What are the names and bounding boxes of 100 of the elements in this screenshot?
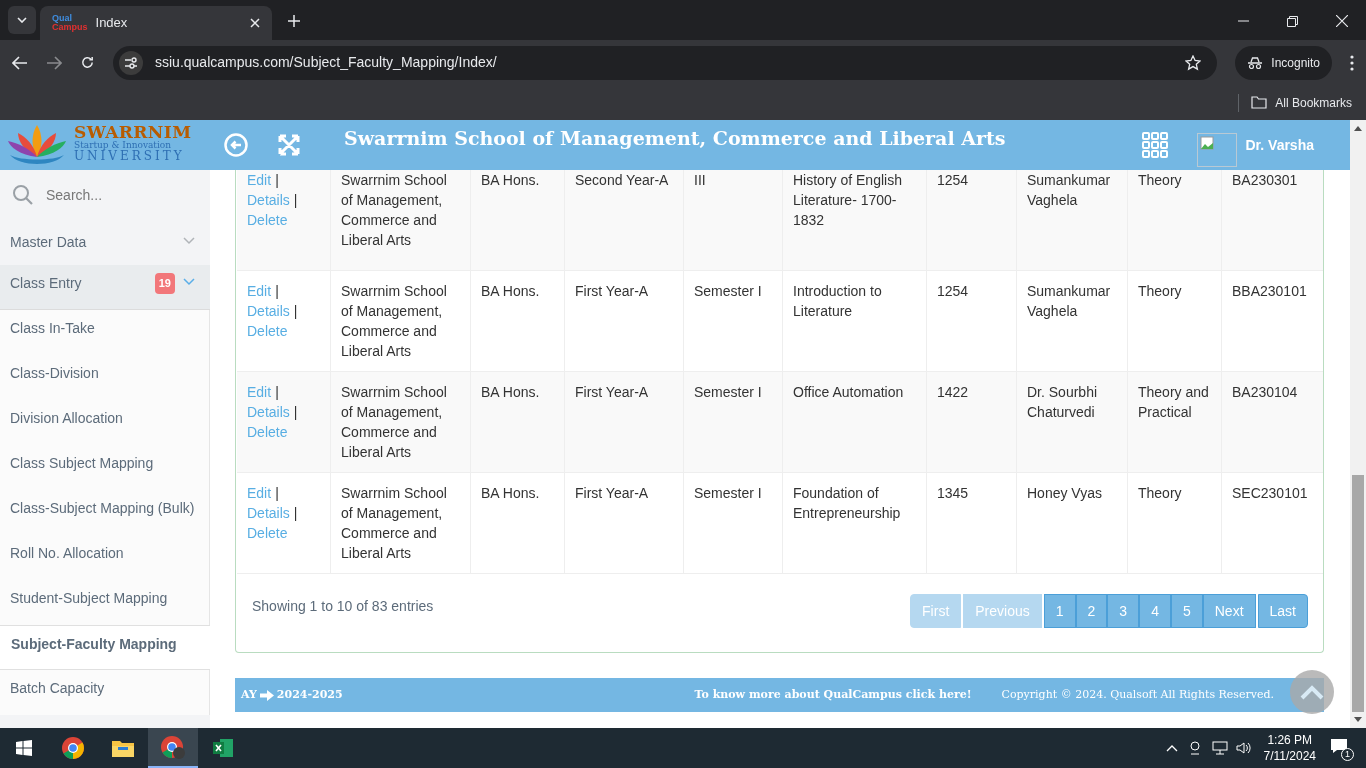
sidebar-group[interactable]: Master Data	[0, 220, 210, 265]
table-cell: BA Hons.	[471, 473, 565, 573]
count-badge: 19	[154, 273, 175, 294]
sidebar-item[interactable]: Class-Subject Mapping (Bulk)	[0, 490, 210, 535]
clock[interactable]: 1:26 PM 7/11/2024	[1263, 732, 1316, 764]
pagination-button[interactable]: 2	[1075, 594, 1108, 628]
action-link[interactable]: Delete	[247, 321, 288, 341]
menu-icon[interactable]	[1350, 54, 1354, 71]
sidebar-item[interactable]: Student-Subject Mapping	[0, 580, 210, 625]
pagination-button[interactable]: 3	[1107, 594, 1140, 628]
back-icon[interactable]	[12, 55, 28, 70]
table-cell: Swarrnim School of Management, Commerce and Liberal Arts	[331, 271, 471, 371]
table-cell: 1254	[927, 271, 1017, 371]
action-link[interactable]: Details	[247, 503, 290, 523]
sidebar-item[interactable]: Class In-Take	[0, 310, 210, 355]
chrome-profile-taskbar-icon[interactable]	[148, 728, 198, 768]
action-link[interactable]: Details	[247, 190, 290, 210]
action-link[interactable]: Edit	[247, 170, 272, 190]
close-icon[interactable]	[1336, 15, 1348, 27]
table-cell-text: BA230104	[1231, 383, 1299, 402]
table-cell: Sumankumar Vaghela	[1017, 271, 1128, 371]
forward-icon[interactable]	[46, 55, 62, 70]
pagination-button[interactable]: Next	[1202, 594, 1256, 628]
action-link[interactable]: Delete	[247, 210, 288, 230]
action-link[interactable]: Edit	[247, 281, 272, 301]
action-link[interactable]: Delete	[247, 523, 288, 543]
table-cell: Introduction to Literature	[783, 271, 927, 371]
action-link[interactable]: Edit	[247, 483, 272, 503]
pagination-button[interactable]: Last	[1257, 594, 1308, 628]
table-cell: Dr. Sourbhi Chaturvedi	[1017, 372, 1128, 472]
entries-info: Showing 1 to 10 of 83 entries	[252, 597, 434, 616]
separator-text: |	[293, 504, 298, 523]
table-cell: First Year-A	[565, 372, 684, 472]
scrollbar[interactable]	[1350, 120, 1366, 728]
sidebar-item[interactable]: Class-Division	[0, 355, 210, 400]
pagination-button[interactable]: 1	[1043, 594, 1076, 628]
action-link[interactable]: Delete	[247, 422, 288, 442]
academic-year-label: AY	[241, 686, 257, 703]
star-icon[interactable]	[1185, 54, 1202, 71]
qualcampus-link[interactable]: To know more about QualCampus click here!	[694, 686, 972, 704]
university-logo-text: SWARRNIM Startup & Innovation UNIVERSITY	[74, 124, 192, 162]
address-bar[interactable]: ssiu.qualcampus.com/Subject_Faculty_Mapping/Index/	[113, 45, 1218, 80]
table-cell: Swarrnim School of Management, Commerce and Liberal Arts	[331, 473, 471, 573]
table-cell: BA Hons.	[471, 372, 565, 472]
network-icon[interactable]	[1211, 741, 1228, 755]
table-cell: First Year-A	[565, 473, 684, 573]
table-cell: Swarrnim School of Management, Commerce and Liberal Arts	[331, 170, 471, 270]
table-cell-text: BA230301	[1231, 171, 1299, 190]
separator-text: |	[293, 302, 298, 321]
new-tab-icon[interactable]	[288, 15, 300, 27]
table-cell: Theory and Practical	[1128, 372, 1222, 472]
table-cell: 1345	[927, 473, 1017, 573]
site-settings-icon[interactable]	[119, 50, 143, 75]
windows-start-icon[interactable]	[16, 740, 32, 756]
close-icon[interactable]	[250, 18, 260, 28]
sidebar-item[interactable]: Division Allocation	[0, 400, 210, 445]
incognito-button[interactable]: Incognito	[1235, 45, 1332, 80]
table-cell: Sumankumar Vaghela	[1017, 170, 1128, 270]
restore-icon[interactable]	[1287, 16, 1298, 27]
sidebar-item[interactable]: Subject-Faculty Mapping	[0, 625, 210, 670]
table-cell: Swarrnim School of Management, Commerce and Liberal Arts	[331, 372, 471, 472]
separator-text: |	[275, 484, 279, 503]
separator-text: |	[275, 171, 279, 190]
table-cell: History of English Literature- 1700-1832	[783, 170, 927, 270]
table-cell: Semester I	[684, 473, 783, 573]
table-cell: BA Hons.	[471, 271, 565, 371]
separator-text: |	[275, 383, 279, 402]
chevron-down-icon	[17, 17, 27, 23]
table-cell: 1422	[927, 372, 1017, 472]
action-link[interactable]: Details	[247, 301, 290, 321]
right-arrow-icon	[259, 689, 274, 701]
sidebar-item[interactable]: Class Subject Mapping	[0, 445, 210, 490]
academic-year: 2024-2025	[276, 686, 343, 703]
action-link[interactable]: Details	[247, 402, 290, 422]
pagination-button[interactable]: 5	[1170, 594, 1203, 628]
separator-text: |	[293, 403, 298, 422]
tab-list-button[interactable]	[8, 6, 36, 34]
scroll-down-icon[interactable]	[1354, 717, 1362, 723]
user-name[interactable]: Dr. Varsha	[1245, 134, 1314, 156]
search-field[interactable]: Search...	[46, 184, 186, 206]
chevron-up-icon	[1299, 684, 1325, 700]
avatar-image	[1196, 133, 1237, 167]
sidebar-item[interactable]: Batch Capacity	[0, 670, 210, 715]
chevron-up-icon[interactable]	[1165, 744, 1178, 752]
scroll-up-icon[interactable]	[1354, 125, 1362, 131]
table-cell: 1254	[927, 170, 1017, 270]
sidebar-group[interactable]: Class Entry 19	[0, 265, 210, 310]
separator-text: |	[275, 282, 279, 301]
all-bookmarks-button[interactable]: All Bookmarks	[1251, 93, 1352, 112]
pagination-button[interactable]: 4	[1139, 594, 1171, 628]
search-icon	[12, 184, 34, 206]
folder-icon	[1251, 96, 1268, 109]
volume-icon[interactable]	[1235, 741, 1252, 755]
table-cell: Semester I	[684, 271, 783, 371]
table-cell: BA Hons.	[471, 170, 565, 270]
copyright-text: Copyright © 2024. Qualsoft All Rights Reserved.	[1001, 686, 1274, 703]
reload-icon[interactable]	[80, 55, 95, 70]
table-cell: Theory	[1128, 271, 1222, 371]
sidebar-item[interactable]: Roll No. Allocation	[0, 535, 210, 580]
action-link[interactable]: Edit	[247, 382, 272, 402]
